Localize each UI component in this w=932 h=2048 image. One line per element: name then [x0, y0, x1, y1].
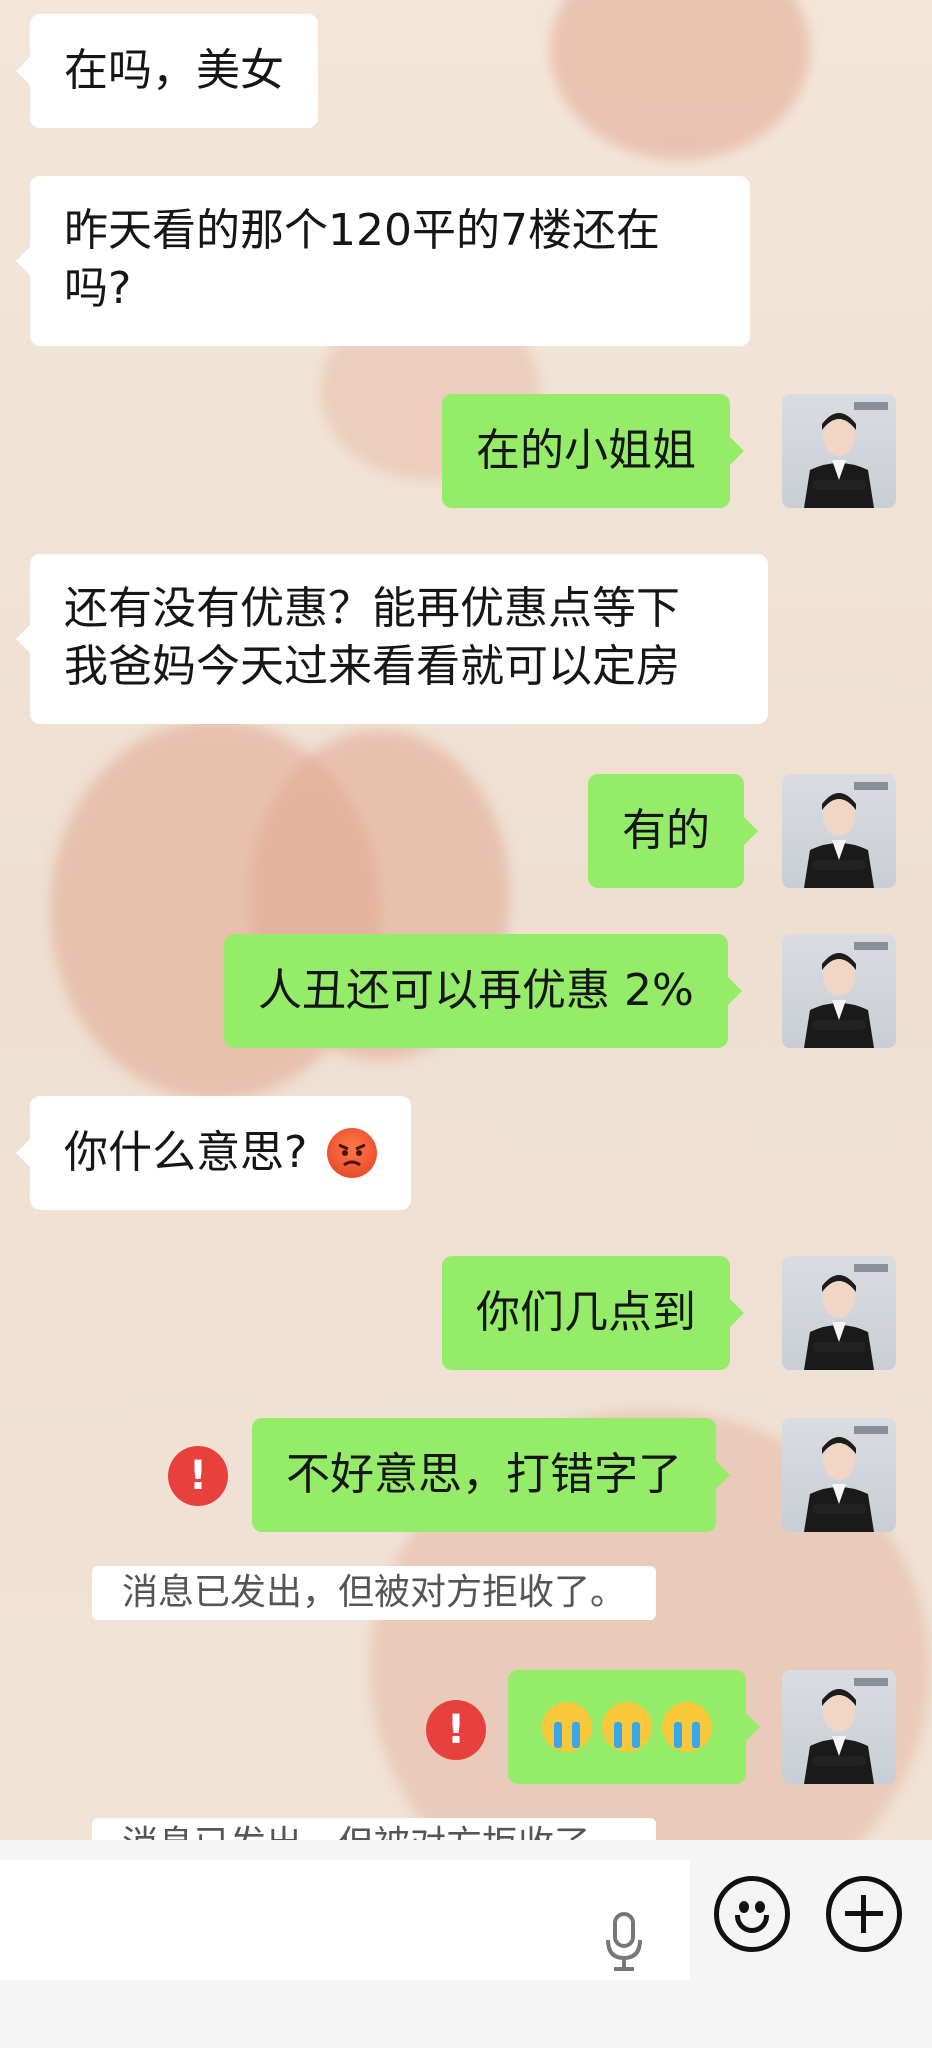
angry-emoji	[327, 1128, 378, 1178]
agent-photo	[804, 1264, 888, 1370]
error-mark: !	[188, 1453, 208, 1499]
message-bubble-right[interactable]: 你们几点到	[442, 1256, 744, 1370]
message-bubble-right[interactable]: 不好意思，打错字了	[252, 1418, 730, 1532]
message-bubble-left[interactable]: 还有没有优惠？能再优惠点等下 我爸妈今天过来看看就可以定房	[16, 554, 768, 724]
agent-photo	[804, 782, 888, 888]
message-text: 人丑还可以再优惠 2%	[258, 965, 694, 1016]
emoji-icon[interactable]	[714, 1876, 790, 1952]
agent-photo	[804, 1426, 888, 1532]
message-text: 有的	[622, 805, 710, 856]
crying-emoji	[602, 1702, 652, 1752]
send-failed-icon[interactable]: !	[426, 1700, 486, 1760]
message-bubble-left[interactable]: 你什么意思?	[15, 1096, 412, 1210]
emoji-icon-eye	[739, 1901, 749, 1913]
notice-text: 消息已发出，但被对方拒收了。	[122, 1824, 626, 1840]
crying-emoji	[542, 1702, 592, 1752]
mic-icon[interactable]	[604, 1912, 644, 1972]
plus-icon-bar	[861, 1895, 866, 1933]
avatar[interactable]	[782, 934, 896, 1048]
message-list[interactable]: 在吗，美女 昨天看的那个120平的7楼还在 吗? 在的小姐姐 还有没有优惠？能再…	[0, 0, 932, 1840]
send-failed-icon[interactable]: !	[168, 1446, 228, 1506]
agent-photo	[804, 1678, 888, 1784]
message-text-line: 昨天看的那个120平的7楼还在	[64, 205, 660, 256]
emoji-icon-eye	[755, 1901, 765, 1913]
message-text: 在吗，美女	[64, 45, 284, 96]
system-notice: 消息已发出，但被对方拒收了。	[92, 1818, 657, 1840]
message-text: 在的小姐姐	[476, 425, 696, 476]
message-text: 不好意思，打错字了	[286, 1449, 682, 1500]
message-text-line: 吗?	[64, 263, 132, 314]
message-bubble-right[interactable]: 有的	[588, 774, 758, 888]
message-bubble-left[interactable]: 昨天看的那个120平的7楼还在 吗?	[16, 176, 750, 346]
error-mark: !	[446, 1707, 466, 1753]
message-input[interactable]	[0, 1860, 690, 1980]
emoji-icon-mouth	[735, 1915, 769, 1933]
message-text: 你什么意思?	[64, 1127, 308, 1178]
avatar[interactable]	[782, 1670, 896, 1784]
avatar[interactable]	[782, 394, 896, 508]
message-bubble-right[interactable]: 在的小姐姐	[442, 394, 744, 508]
crying-emoji	[662, 1702, 712, 1752]
agent-photo	[804, 402, 888, 508]
input-bar	[0, 1840, 932, 2048]
message-text-line: 我爸妈今天过来看看就可以定房	[64, 641, 680, 692]
agent-photo	[804, 942, 888, 1048]
message-bubble-left[interactable]: 在吗，美女	[16, 14, 318, 128]
message-text-line: 还有没有优惠？能再优惠点等下	[64, 583, 680, 634]
avatar[interactable]	[782, 1256, 896, 1370]
message-bubble-right[interactable]	[508, 1670, 760, 1784]
message-bubble-right[interactable]: 人丑还可以再优惠 2%	[224, 934, 742, 1048]
notice-text: 消息已发出，但被对方拒收了。	[122, 1572, 627, 1613]
system-notice: 消息已发出，但被对方拒收了。	[92, 1566, 657, 1620]
message-text: 你们几点到	[476, 1287, 696, 1338]
plus-icon[interactable]	[826, 1876, 902, 1952]
avatar[interactable]	[782, 1418, 896, 1532]
avatar[interactable]	[782, 774, 896, 888]
